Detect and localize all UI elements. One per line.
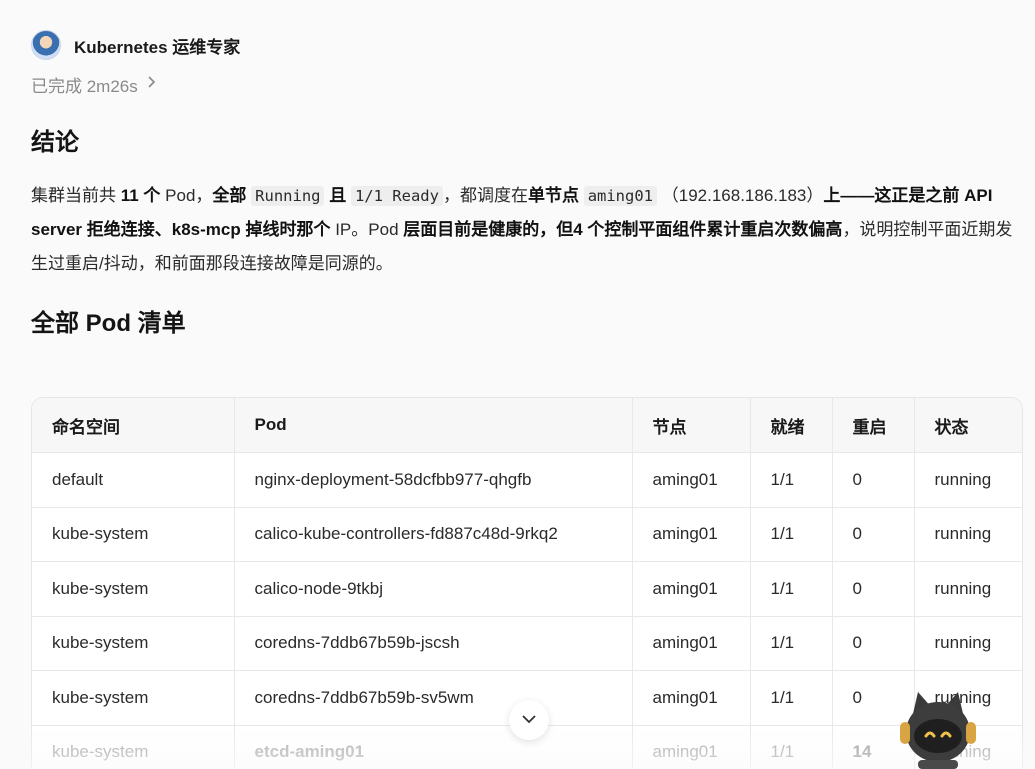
inline-code: 1/1 Ready	[350, 186, 443, 206]
column-header-node: 节点	[632, 398, 751, 453]
cell-ready: 1/1	[750, 725, 833, 769]
cell-node: aming01	[632, 670, 751, 726]
cell-node: aming01	[632, 452, 751, 508]
agent-header: Kubernetes 运维专家	[31, 28, 1023, 62]
scroll-to-bottom-button[interactable]	[509, 700, 549, 740]
chat-message: Kubernetes 运维专家 已完成 2m26s 结论 集群当前共 11 个 …	[31, 28, 1023, 338]
cell-restarts: 0	[832, 452, 915, 508]
column-header-ready: 就绪	[750, 398, 833, 453]
robot-mascot-icon	[900, 692, 976, 769]
person-avatar-icon	[31, 30, 61, 60]
cell-ready: 1/1	[750, 507, 833, 562]
table-row: kube-system coredns-7ddb67b59b-jscsh ami…	[32, 616, 1022, 671]
cell-status: running	[914, 507, 1022, 562]
cell-namespace: kube-system	[32, 507, 235, 562]
cell-namespace: kube-system	[32, 725, 235, 769]
inline-code: Running	[251, 186, 325, 206]
cell-ready: 1/1	[750, 561, 833, 617]
text-span: Pod，	[160, 186, 213, 205]
chevron-right-icon	[146, 75, 156, 93]
conclusion-paragraph: 集群当前共 11 个 Pod，全部 Running 且 1/1 Ready ，都调…	[31, 179, 1023, 281]
table-header-row: 命名空间 Pod 节点 就绪 重启 状态	[32, 398, 1022, 453]
cell-ready: 1/1	[750, 670, 833, 726]
column-header-namespace: 命名空间	[32, 398, 235, 453]
cell-pod: calico-node-9tkbj	[234, 561, 633, 617]
chevron-down-icon	[521, 711, 537, 729]
cell-restarts: 0	[832, 507, 915, 562]
completion-status-label: 已完成 2m26s	[31, 76, 138, 96]
text-span: ，都调度在	[442, 186, 528, 205]
bold-span: 11 个	[120, 186, 161, 205]
cell-status: running	[914, 616, 1022, 671]
cell-ready: 1/1	[750, 452, 833, 508]
cell-node: aming01	[632, 725, 751, 769]
cell-node: aming01	[632, 507, 751, 562]
agent-name: Kubernetes 运维专家	[74, 37, 241, 57]
cell-namespace: kube-system	[32, 670, 235, 726]
column-header-pod: Pod	[234, 398, 633, 453]
column-header-status: 状态	[914, 398, 1022, 453]
column-header-restarts: 重启	[832, 398, 915, 453]
cell-restarts: 0	[832, 616, 915, 671]
table-row: kube-system calico-node-9tkbj aming01 1/…	[32, 561, 1022, 617]
inline-code: aming01	[583, 186, 658, 206]
text-span: IP。Pod	[330, 220, 404, 239]
cell-pod: coredns-7ddb67b59b-sv5wm	[234, 670, 633, 726]
text-span: 集群当前共	[31, 186, 121, 205]
text-span: （192.168.186.183）	[661, 186, 824, 205]
cell-restarts: 0	[832, 561, 915, 617]
conclusion-heading: 结论	[31, 129, 79, 156]
bold-span: 层面目前是健康的，但4 个控制平面组件累计重启次数偏高	[403, 220, 843, 239]
cell-status: running	[914, 561, 1022, 617]
cell-pod: etcd-aming01	[234, 725, 633, 769]
cell-pod: calico-kube-controllers-fd887c48d-9rkq2	[234, 507, 633, 562]
cell-pod: coredns-7ddb67b59b-jscsh	[234, 616, 633, 671]
cell-pod: nginx-deployment-58dcfbb977-qhgfb	[234, 452, 633, 508]
pod-list-heading: 全部 Pod 清单	[31, 310, 186, 337]
bold-span: 且	[329, 186, 347, 205]
cell-namespace: kube-system	[32, 561, 235, 617]
completion-status-toggle[interactable]: 已完成 2m26s	[31, 72, 1023, 96]
bold-span: 单节点	[527, 186, 579, 205]
bold-span: 全部	[212, 186, 247, 205]
table-row: kube-system calico-kube-controllers-fd88…	[32, 507, 1022, 562]
cell-node: aming01	[632, 561, 751, 617]
cell-status: running	[914, 452, 1022, 508]
cell-ready: 1/1	[750, 616, 833, 671]
assistant-launcher-button[interactable]	[896, 688, 980, 769]
cell-node: aming01	[632, 616, 751, 671]
cell-namespace: kube-system	[32, 616, 235, 671]
table-row: default nginx-deployment-58dcfbb977-qhgf…	[32, 452, 1022, 508]
cell-namespace: default	[32, 452, 235, 508]
